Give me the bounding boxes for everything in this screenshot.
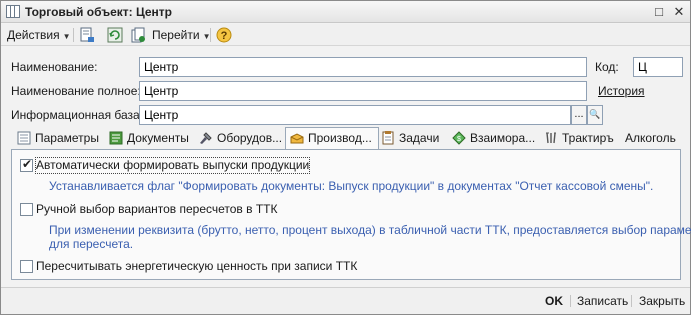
footer-divider (631, 295, 632, 307)
goto-menu-label: Перейти (152, 28, 200, 42)
tab-parameters[interactable]: Параметры (17, 129, 99, 149)
tab-documents[interactable]: Документы (109, 129, 189, 149)
auto-release-label[interactable]: Автоматически формировать выпуски продук… (34, 157, 311, 174)
fullname-field[interactable] (139, 81, 587, 101)
svg-text:$: $ (457, 136, 461, 143)
window-title: Торговый объект: Центр (25, 5, 172, 19)
settlements-icon: $ (452, 131, 466, 145)
chevron-down-icon: ▼ (62, 32, 71, 41)
manual-variants-hint-line2: для пересчета. (49, 237, 134, 251)
auto-release-checkbox[interactable] (20, 157, 33, 172)
recalc-energy-label[interactable]: Пересчитывать энергетическую ценность пр… (36, 259, 357, 274)
tab-label: Трактиръ (562, 131, 614, 145)
tab-bar: Параметры Документы Оборудов... Производ… (11, 127, 681, 150)
documents-icon (109, 131, 123, 145)
code-label: Код: (595, 60, 619, 74)
tab-label: Документы (127, 131, 189, 145)
fullname-label: Наименование полное: (11, 84, 141, 98)
tab-label: Оборудов... (217, 131, 283, 145)
history-link[interactable]: История (598, 83, 645, 99)
toolbar-divider (210, 28, 211, 42)
tab-tavern[interactable]: Трактиръ (544, 129, 614, 149)
manual-variants-hint-line1: При изменении реквизита (брутто, нетто, … (49, 223, 691, 237)
tab-tasks[interactable]: Задачи (381, 129, 439, 149)
actions-menu-button[interactable]: Действия ▼ (7, 26, 71, 44)
tab-equipment[interactable]: Оборудов... (199, 129, 282, 149)
close-icon[interactable]: ✕ (671, 4, 687, 20)
infobase-label: Информационная база: (11, 108, 144, 122)
toolbar-divider (73, 28, 74, 42)
footer-divider (570, 295, 571, 307)
title-bar[interactable]: Торговый объект: Центр □ ✕ (1, 1, 690, 23)
goto-menu-button[interactable]: Перейти ▼ (152, 26, 210, 44)
refresh-icon[interactable] (107, 27, 123, 43)
toolbar: Действия ▼ Перейти ▼ ? (1, 24, 690, 46)
footer-bar: OK Записать Закрыть (1, 287, 690, 314)
tab-label: Взаимора... (470, 131, 536, 145)
recalc-energy-checkbox[interactable] (20, 260, 33, 273)
actions-menu-label: Действия (7, 28, 60, 42)
tasks-icon (382, 131, 394, 145)
choose-button[interactable]: ... (571, 105, 587, 125)
auto-release-hint: Устанавливается флаг "Формировать докуме… (49, 179, 654, 193)
help-icon[interactable]: ? (216, 27, 232, 43)
save-button[interactable]: Записать (577, 293, 628, 309)
parameters-icon (17, 131, 31, 145)
tab-label: Параметры (35, 131, 99, 145)
tab-alcohol[interactable]: Алкоголь (625, 129, 676, 149)
production-icon (290, 133, 304, 144)
name-label: Наименование: (11, 60, 98, 74)
object-form-window: Торговый объект: Центр □ ✕ Действия ▼ Пер… (0, 0, 691, 315)
copy-document-icon[interactable] (130, 27, 146, 43)
tavern-icon (546, 132, 556, 144)
tab-label: Задачи (399, 131, 440, 145)
tab-label: Производ... (308, 131, 372, 145)
maximize-icon[interactable]: □ (651, 4, 667, 20)
close-button[interactable]: Закрыть (639, 293, 685, 309)
tab-settlements[interactable]: $ Взаимора... (452, 129, 535, 149)
infobase-field[interactable] (139, 105, 571, 125)
tab-label: Алкоголь (625, 131, 676, 145)
production-tab-panel: Автоматически формировать выпуски продук… (11, 149, 691, 280)
manual-variants-checkbox[interactable] (20, 203, 33, 216)
ok-button[interactable]: OK (545, 293, 563, 309)
equipment-icon (200, 132, 212, 144)
name-field[interactable] (139, 57, 587, 77)
svg-text:?: ? (221, 30, 228, 42)
search-icon[interactable]: 🔍 (587, 105, 603, 125)
table-icon (6, 5, 20, 18)
post-icon[interactable] (79, 27, 95, 43)
code-field[interactable] (633, 57, 683, 77)
manual-variants-label[interactable]: Ручной выбор вариантов пересчетов в ТТК (36, 202, 278, 217)
tab-production[interactable]: Производ... (285, 127, 379, 150)
